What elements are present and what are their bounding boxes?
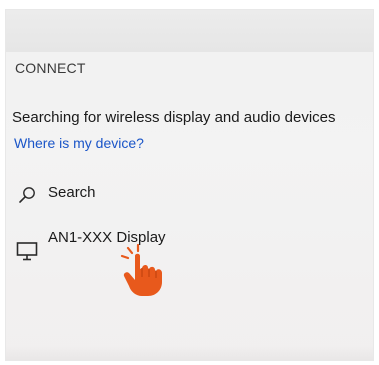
- panel-top-bar: [6, 10, 373, 52]
- where-is-my-device-link[interactable]: Where is my device?: [14, 135, 144, 151]
- panel-bottom-shade: [6, 346, 373, 360]
- searching-status-text: Searching for wireless display and audio…: [12, 109, 336, 126]
- screenshot-frame: CONNECT Searching for wireless display a…: [0, 0, 379, 365]
- search-item[interactable]: Search: [6, 176, 373, 210]
- search-item-label: Search: [48, 184, 96, 201]
- search-icon: [19, 187, 35, 203]
- panel-title: CONNECT: [15, 60, 86, 76]
- connect-panel: CONNECT Searching for wireless display a…: [6, 10, 373, 360]
- device-item-an1-xxx-display[interactable]: AN1-XXX Display: [6, 222, 373, 261]
- device-item-label: AN1-XXX Display: [48, 229, 166, 246]
- monitor-icon: [16, 242, 38, 261]
